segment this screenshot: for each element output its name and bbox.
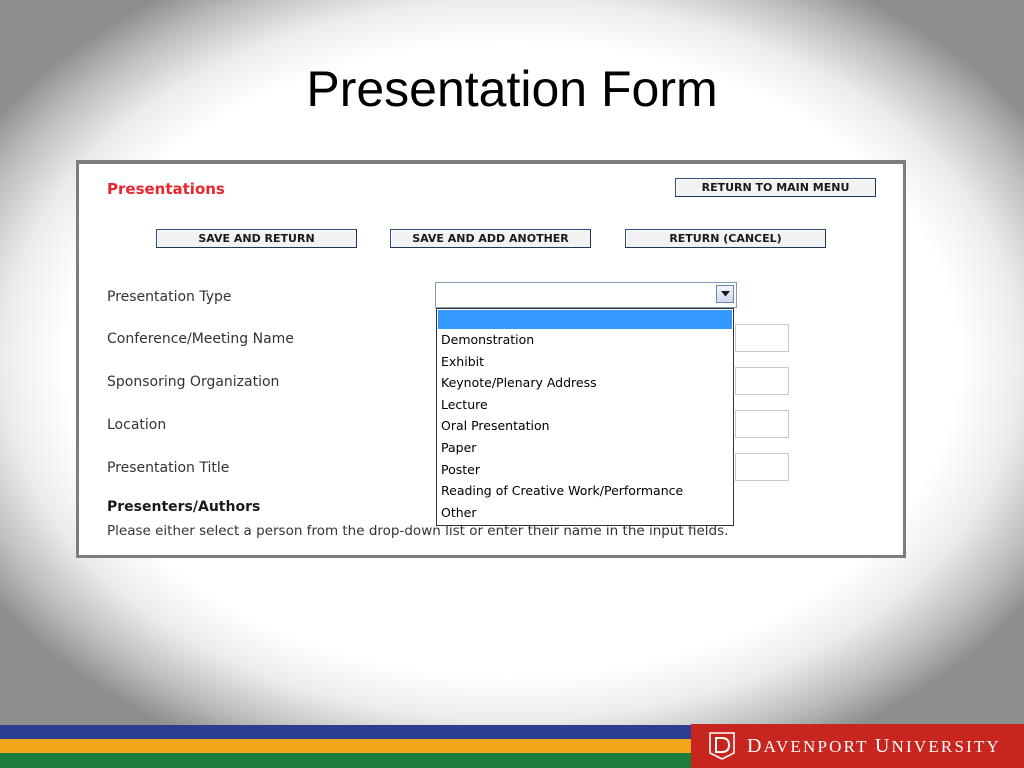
dropdown-arrow-button[interactable] [716, 285, 734, 303]
save-and-return-button[interactable]: SAVE AND RETURN [156, 229, 357, 248]
option-paper[interactable]: Paper [437, 437, 733, 459]
option-oral-presentation[interactable]: Oral Presentation [437, 415, 733, 437]
option-exhibit[interactable]: Exhibit [437, 351, 733, 373]
presentations-form: Presentations RETURN TO MAIN MENU SAVE A… [79, 164, 903, 555]
form-screenshot-frame: Presentations RETURN TO MAIN MENU SAVE A… [76, 160, 906, 558]
davenport-logo: DAVENPORT UNIVERSITY [691, 724, 1024, 768]
return-cancel-button[interactable]: RETURN (CANCEL) [625, 229, 826, 248]
presentation-type-select[interactable] [435, 282, 737, 308]
conference-name-label: Conference/Meeting Name [107, 331, 294, 347]
chevron-down-icon [721, 291, 730, 297]
return-to-main-menu-button[interactable]: RETURN TO MAIN MENU [675, 178, 876, 197]
save-and-add-another-button[interactable]: SAVE AND ADD ANOTHER [390, 229, 591, 248]
sponsoring-organization-input[interactable] [735, 367, 789, 395]
slide-title: Presentation Form [306, 61, 718, 117]
location-input[interactable] [735, 410, 789, 438]
presentation-title-label: Presentation Title [107, 460, 230, 476]
option-keynote-plenary-address[interactable]: Keynote/Plenary Address [437, 372, 733, 394]
form-heading: Presentations [107, 180, 225, 198]
presentation-title-input[interactable] [735, 453, 789, 481]
option-reading-creative-work[interactable]: Reading of Creative Work/Performance [437, 480, 733, 502]
location-label: Location [107, 417, 167, 433]
presentation-type-label: Presentation Type [107, 289, 232, 305]
presentation-type-options-list: Demonstration Exhibit Keynote/Plenary Ad… [436, 308, 734, 526]
davenport-university-wordmark: DAVENPORT UNIVERSITY [747, 735, 1002, 757]
sponsoring-organization-label: Sponsoring Organization [107, 374, 280, 390]
conference-name-input[interactable] [735, 324, 789, 352]
option-demonstration[interactable]: Demonstration [437, 329, 733, 351]
option-poster[interactable]: Poster [437, 459, 733, 481]
option-lecture[interactable]: Lecture [437, 394, 733, 416]
davenport-shield-icon [709, 732, 735, 760]
option-blank[interactable] [438, 310, 732, 329]
presenters-authors-label: Presenters/Authors [107, 499, 261, 515]
option-other[interactable]: Other [437, 502, 733, 524]
